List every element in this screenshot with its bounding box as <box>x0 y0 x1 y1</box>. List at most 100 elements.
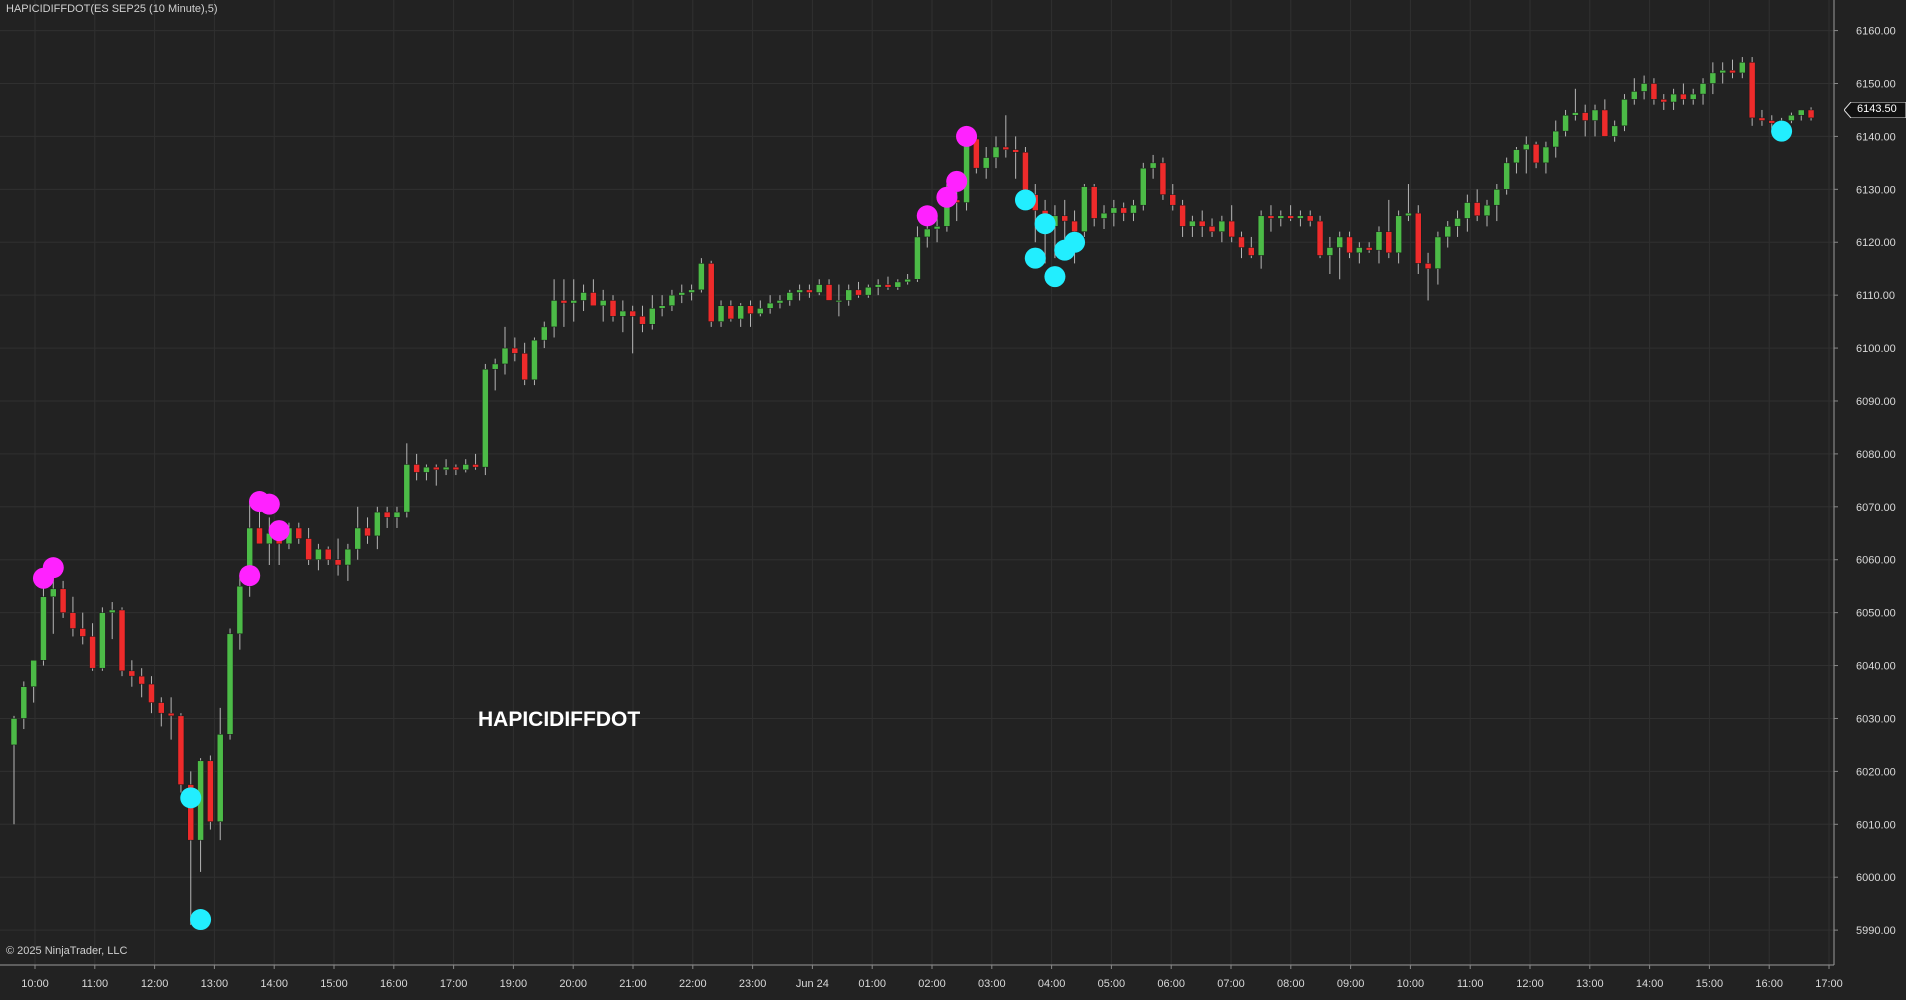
candle-body-down <box>1758 117 1766 121</box>
candle-body-down <box>707 263 715 322</box>
candle-body-down <box>1061 215 1068 222</box>
candle <box>364 517 371 544</box>
candle-body-up <box>1356 247 1363 254</box>
candle <box>629 305 636 354</box>
candle-body-down <box>1071 220 1078 232</box>
candle-body-up <box>717 305 725 322</box>
candle-body-up <box>992 146 1000 158</box>
candle <box>1788 112 1795 124</box>
candle-body-up <box>423 466 430 473</box>
candle-body-up <box>1797 109 1805 116</box>
candle-body-down <box>1680 93 1687 100</box>
candle-body-down <box>629 310 636 317</box>
candle <box>472 453 479 470</box>
y-tick-label: 6000.00 <box>1856 872 1896 884</box>
candle-body-up <box>1100 212 1108 219</box>
y-tick-label: 6110.00 <box>1856 290 1895 302</box>
candle <box>1621 94 1628 132</box>
candle <box>393 506 401 528</box>
candle <box>707 260 715 327</box>
candle-body-down <box>1306 215 1314 222</box>
candle <box>609 295 617 322</box>
candle <box>1699 78 1707 105</box>
bearish-signal-dot <box>1044 266 1066 288</box>
candle <box>541 321 548 349</box>
candle <box>1306 210 1314 227</box>
candle-body-up <box>874 284 882 288</box>
candle-body-down <box>1316 220 1324 256</box>
candle <box>197 758 204 872</box>
candle <box>1758 109 1766 126</box>
y-tick-label: 6080.00 <box>1856 449 1896 461</box>
candle <box>1346 231 1353 259</box>
indicator-label: HAPICIDIFFDOT <box>478 708 641 731</box>
candle <box>1562 109 1569 137</box>
candlestick-series <box>10 57 1815 925</box>
candle-body-down <box>413 464 420 473</box>
x-tick-label: 12:00 <box>141 978 169 990</box>
candle <box>1709 62 1717 95</box>
candle <box>1424 252 1432 301</box>
x-tick-label: 20:00 <box>559 978 587 990</box>
candle <box>1503 157 1510 195</box>
candle <box>1572 88 1579 121</box>
candle-body-down <box>452 466 460 471</box>
candle <box>599 289 607 322</box>
candle <box>433 464 440 486</box>
candle <box>992 136 1000 169</box>
candle-body-down <box>1346 236 1353 254</box>
candle <box>1198 210 1206 237</box>
candle <box>1601 99 1609 137</box>
candle <box>1169 184 1177 211</box>
candle-body-down <box>256 527 263 545</box>
candle-body-up <box>1562 114 1569 132</box>
candle <box>1149 154 1157 179</box>
price-chart[interactable]: 6160.00 6150.00 6140.00 6130.00 6120.00 6110.… <box>0 0 1906 995</box>
candle <box>1581 104 1589 137</box>
x-tick-label: 17:00 <box>1815 978 1843 990</box>
candle <box>1739 57 1746 79</box>
candle <box>334 538 342 576</box>
candle <box>59 580 67 618</box>
x-tick-label: 15:00 <box>1696 978 1724 990</box>
candle-body-up <box>658 305 666 309</box>
candle-body-up <box>580 292 587 301</box>
candle <box>1640 75 1648 100</box>
x-tick-label: 04:00 <box>1038 978 1066 990</box>
candle-body-up <box>1739 62 1746 74</box>
candle <box>904 273 911 285</box>
bearish-signal-dot <box>180 787 202 809</box>
candle <box>874 279 882 296</box>
chart-window[interactable]: 6160.00 6150.00 6140.00 6130.00 6120.00 6110.… <box>0 0 1906 995</box>
candle-body-up <box>1699 83 1707 95</box>
candle <box>678 284 686 304</box>
candle-body-up <box>226 633 234 735</box>
x-tick-label: 10:00 <box>1397 978 1425 990</box>
candle-body-up <box>1631 91 1638 100</box>
candle-body-up <box>1503 162 1510 190</box>
candle-body-up <box>924 228 931 238</box>
candle <box>1257 210 1265 269</box>
candle <box>462 459 469 473</box>
candle <box>806 284 813 298</box>
bearish-signal-dot <box>1024 247 1046 269</box>
candle <box>491 358 499 391</box>
candle <box>845 284 852 306</box>
candle <box>865 284 872 298</box>
candle-body-up <box>50 588 57 598</box>
candle <box>1415 205 1422 274</box>
candle <box>1680 83 1687 105</box>
candle-body-up <box>1140 167 1147 206</box>
candle-body-down <box>334 559 342 566</box>
candle-body-up <box>865 286 872 296</box>
candle-body-up <box>668 294 676 306</box>
candle-body-down <box>324 548 332 560</box>
candle-body-up <box>776 300 784 304</box>
candle-body-down <box>128 670 136 677</box>
candle-body-down <box>177 715 185 785</box>
candle <box>99 607 106 671</box>
x-tick-label: 06:00 <box>1157 978 1185 990</box>
candle <box>1287 205 1294 222</box>
candle <box>1395 210 1402 264</box>
candle <box>1316 215 1324 259</box>
